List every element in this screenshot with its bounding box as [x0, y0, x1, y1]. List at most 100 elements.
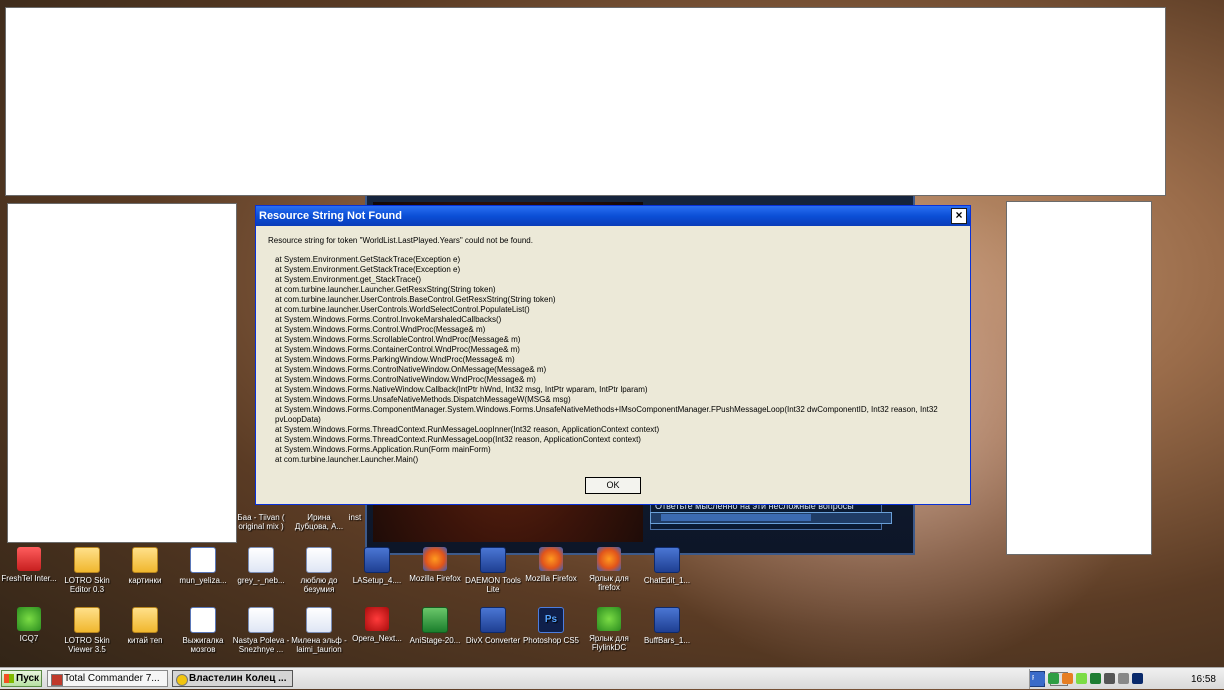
mp3-icon — [248, 547, 274, 573]
opera-icon — [365, 607, 389, 631]
desktop-icon-lotro-skin-viewer[interactable]: LOTRO Skin Viewer 3.5 — [58, 607, 116, 654]
desktop-icon-freshtel[interactable]: FreshTel Inter... — [0, 547, 58, 583]
desktop-icon-label: люблю до безумия — [300, 576, 338, 594]
desktop-icon-anistage[interactable]: AniStage-20... — [406, 607, 464, 645]
firefox-icon — [539, 547, 563, 571]
freshtel-icon — [17, 547, 41, 571]
desktop-icon-label: mun_yeliza... — [179, 576, 227, 585]
desktop-icon-label: Mozilla Firefox — [409, 574, 461, 583]
desktop-icon-firefox-shortcut[interactable]: Ярлык для firefox — [580, 547, 638, 592]
mp3-icon — [248, 607, 274, 633]
game-horizontal-scrollbar[interactable] — [650, 512, 892, 524]
start-button[interactable]: Пуск — [1, 670, 42, 687]
desktop-icon-buffbars[interactable]: BuffBars_1... — [638, 607, 696, 645]
desktop-icon-nastya-poleva[interactable]: Nastya Poleva - Snezhnye ... — [232, 607, 290, 654]
stack-trace-line: at System.Windows.Forms.ContainerControl… — [275, 345, 520, 354]
desktop-icon-milena-elf[interactable]: Милена эльф - laimi_taurion — [290, 607, 348, 654]
folder-icon — [74, 547, 100, 573]
desktop-icon-grey-neb[interactable]: grey_-_neb... — [232, 547, 290, 585]
start-label: Пуск — [16, 673, 40, 684]
desktop-icon-label: BuffBars_1... — [643, 636, 691, 645]
desktop-icon-divx-converter[interactable]: DivX Converter — [464, 607, 522, 645]
taskbar-item-lotro[interactable]: Властелин Колец ... — [172, 670, 293, 687]
desktop-icon-daemon-tools[interactable]: DAEMON Tools Lite — [464, 547, 522, 594]
flylink-tray-icon[interactable] — [1090, 673, 1101, 684]
desktop-icon-flylinkdc[interactable]: Ярлык для FlylinkDC — [580, 607, 638, 652]
desktop-icon-firefox-2[interactable]: Mozilla Firefox — [522, 547, 580, 583]
mp3-icon — [306, 547, 332, 573]
stack-trace-line: at System.Environment.GetStackTrace(Exce… — [275, 255, 461, 264]
desktop-icon-partial-2[interactable]: inst — [340, 513, 370, 522]
desktop-icon-label: grey_-_neb... — [237, 576, 285, 585]
desktop-icon-label: китай теп — [127, 636, 163, 645]
volume-icon[interactable] — [1104, 673, 1115, 684]
lotro-icon — [176, 674, 188, 686]
stack-trace-line: at System.Windows.Forms.ThreadContext.Ru… — [275, 435, 641, 444]
desktop-icon-label: inst — [348, 513, 362, 522]
desktop-icon-label: FreshTel Inter... — [1, 574, 57, 583]
flylinkdc-icon — [597, 607, 621, 631]
desktop-icon-label: Ярлык для FlylinkDC — [589, 634, 629, 652]
desktop-icon-opera-next[interactable]: Opera_Next... — [348, 607, 406, 643]
monitor-icon[interactable] — [1132, 673, 1143, 684]
stack-trace-line: at System.Windows.Forms.ScrollableContro… — [275, 335, 521, 344]
network-icon[interactable] — [1034, 673, 1045, 684]
desktop-icon-kitay-tep[interactable]: китай теп — [116, 607, 174, 645]
mp3-icon — [306, 607, 332, 633]
close-button[interactable]: × — [951, 208, 967, 224]
stack-trace-line: at System.Windows.Forms.NativeWindow.Cal… — [275, 385, 648, 394]
stack-trace-line: at System.Windows.Forms.ParkingWindow.Wn… — [275, 355, 515, 364]
stack-trace-line: at System.Windows.Forms.ControlNativeWin… — [275, 375, 536, 384]
error-message: Resource string for token "WorldList.Las… — [268, 236, 533, 245]
desktop-icon-mun-yeliza[interactable]: mun_yeliza... — [174, 547, 232, 585]
desktop-icon-firefox-1[interactable]: Mozilla Firefox — [406, 547, 464, 583]
stack-trace-line: at System.Windows.Forms.Control.WndProc(… — [275, 325, 486, 334]
resource-string-error-dialog: Resource String Not Found × Resource str… — [255, 205, 971, 505]
dialog-title: Resource String Not Found — [259, 210, 402, 222]
firefox-tray-icon[interactable] — [1062, 673, 1073, 684]
desktop-icon-label: Photoshop CS5 — [522, 636, 580, 645]
desktop-icon-label: Милена эльф - laimi_taurion — [291, 636, 347, 654]
document-icon — [190, 547, 216, 573]
archive-icon — [654, 607, 680, 633]
desktop-icon-label: LASetup_4.... — [352, 576, 402, 585]
blank-panel-left — [7, 203, 237, 543]
antivirus-icon[interactable] — [1048, 673, 1059, 684]
folder-icon — [74, 607, 100, 633]
archive-icon — [654, 547, 680, 573]
desktop-icon-label: ICQ7 — [19, 634, 39, 643]
stack-trace-line: at System.Windows.Forms.ThreadContext.Ru… — [275, 425, 660, 434]
desktop-icon-label: AniStage-20... — [409, 636, 461, 645]
windows-logo-icon — [4, 674, 14, 683]
desktop-icon-label: картинки — [128, 576, 162, 585]
desktop-icon-label: Ирина Дубцова, А... — [294, 513, 344, 531]
desktop-icon-kartinki[interactable]: картинки — [116, 547, 174, 585]
stack-trace-line: at com.turbine.launcher.UserControls.Wor… — [275, 305, 530, 314]
desktop-icon-photoshop[interactable]: Ps Photoshop CS5 — [522, 607, 580, 645]
stack-trace-line: at System.Environment.get_StackTrace() — [275, 275, 421, 284]
dialog-titlebar[interactable]: Resource String Not Found × — [256, 206, 970, 226]
scrollbar-thumb[interactable] — [661, 514, 811, 521]
stack-trace-line: at System.Windows.Forms.Application.Run(… — [275, 445, 491, 454]
taskbar-item-total-commander[interactable]: Total Commander 7... — [47, 670, 168, 687]
desktop-icon-lyublyu[interactable]: люблю до безумия — [290, 547, 348, 594]
desktop-icon-vyzhigalka[interactable]: Выжигалка мозгов — [174, 607, 232, 654]
desktop-icon-label: LOTRO Skin Viewer 3.5 — [64, 636, 110, 654]
folder-icon — [132, 607, 158, 633]
desktop-icon-icq7[interactable]: ICQ7 — [0, 607, 58, 643]
installer-icon — [364, 547, 390, 573]
desktop-icon-lasetup[interactable]: LASetup_4.... — [348, 547, 406, 585]
ok-button[interactable]: OK — [585, 477, 641, 494]
total-commander-icon — [51, 674, 63, 686]
safely-remove-icon[interactable] — [1118, 673, 1129, 684]
desktop-icon-label: Выжигалка мозгов — [182, 636, 224, 654]
desktop-icon-lotro-skin-editor[interactable]: LOTRO Skin Editor 0.3 — [58, 547, 116, 594]
taskbar: Пуск Total Commander 7... Властелин Коле… — [0, 667, 1224, 689]
desktop-icon-label: ChatEdit_1... — [643, 576, 691, 585]
desktop-icon-label: Mozilla Firefox — [525, 574, 577, 583]
icq-tray-icon[interactable] — [1076, 673, 1087, 684]
desktop-icon-chatedit[interactable]: ChatEdit_1... — [638, 547, 696, 585]
daemon-tools-icon — [480, 547, 506, 573]
desktop-icon-partial-0[interactable]: Баа - Tiivan ( original mix ) — [232, 513, 290, 531]
clock[interactable]: 16:58 — [1191, 669, 1216, 690]
